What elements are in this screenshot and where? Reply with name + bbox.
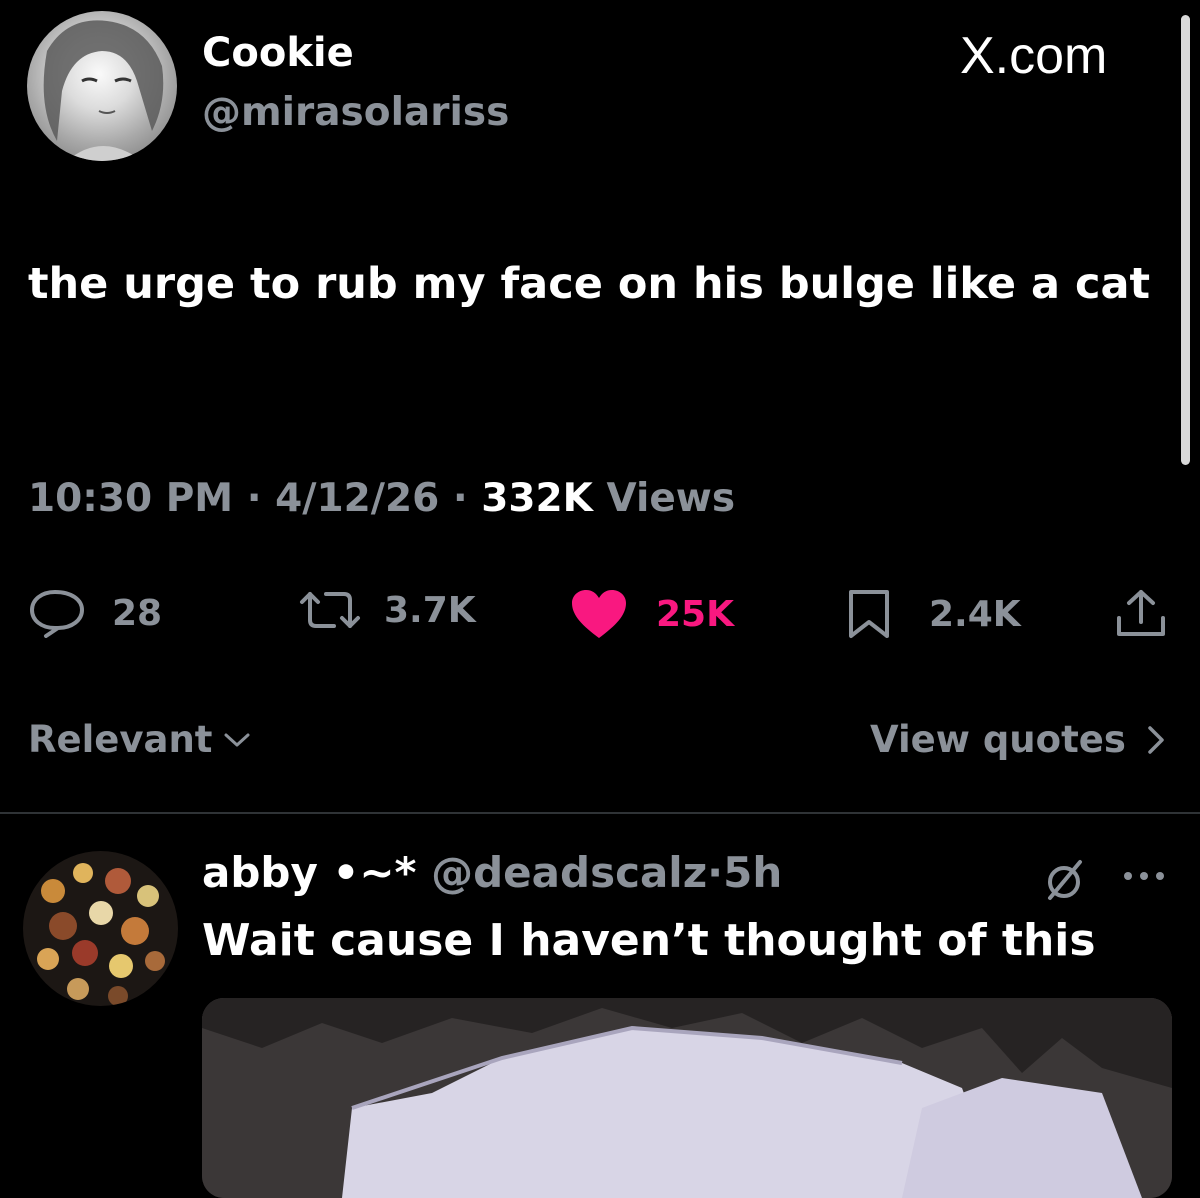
author-name[interactable]: Cookie <box>202 30 354 76</box>
speech-bubble-icon <box>30 590 84 638</box>
author-avatar[interactable] <box>27 11 177 161</box>
reply-button[interactable]: 28 <box>28 588 162 638</box>
tweet-text: the urge to rub my face on his bulge lik… <box>28 259 1151 309</box>
share-button[interactable] <box>1114 588 1168 640</box>
scrollbar[interactable] <box>1181 15 1190 465</box>
more-dots-icon <box>1124 872 1164 880</box>
view-quotes-link[interactable]: View quotes <box>870 718 1168 761</box>
sort-label: Relevant <box>28 718 213 761</box>
brand-watermark: X.com <box>960 27 1108 85</box>
heart-icon <box>572 590 626 638</box>
chevron-down-icon <box>224 733 250 746</box>
tweet-date: 4/12/26 <box>275 476 440 521</box>
reply-header: abby •~* @deadscalz·5h <box>202 848 782 897</box>
view-quotes-label: View quotes <box>870 718 1126 761</box>
bookmark-icon <box>849 590 889 638</box>
mute-slash-icon <box>1048 860 1082 900</box>
media-image <box>202 998 1172 1198</box>
like-count: 25K <box>656 593 734 635</box>
reply-author-handle[interactable]: @deadscalz <box>431 848 707 897</box>
sort-dropdown[interactable]: Relevant <box>28 718 252 761</box>
divider <box>0 812 1200 814</box>
tweet-meta: 10:30 PM · 4/12/26 · 332K Views <box>28 476 735 521</box>
bookmark-count: 2.4K <box>929 593 1021 635</box>
reply-text: Wait cause I haven’t thought of this <box>202 915 1096 966</box>
chevron-right-icon <box>1148 725 1164 754</box>
views-count: 332K <box>481 476 593 521</box>
repost-button[interactable]: 3.7K <box>298 588 476 632</box>
more-button[interactable] <box>1120 866 1168 890</box>
meta-separator: · <box>246 476 262 521</box>
reply-author-name[interactable]: abby •~* <box>202 848 416 897</box>
repost-count: 3.7K <box>384 589 476 631</box>
like-button[interactable]: 25K <box>570 588 734 640</box>
reply-count: 28 <box>112 592 163 634</box>
meta-separator: · <box>452 476 468 521</box>
mute-button[interactable] <box>1042 858 1086 906</box>
author-handle[interactable]: @mirasolariss <box>202 90 509 135</box>
reply-separator: · <box>707 848 724 897</box>
reply-media[interactable] <box>202 998 1172 1198</box>
reply-avatar[interactable] <box>23 851 178 1006</box>
share-upload-icon <box>1117 590 1165 636</box>
views-label: Views <box>606 476 736 521</box>
tweet-time: 10:30 PM <box>28 476 234 521</box>
repost-arrows-icon <box>300 592 360 628</box>
reply-time: 5h <box>723 848 783 897</box>
bookmark-button[interactable]: 2.4K <box>847 588 1021 640</box>
